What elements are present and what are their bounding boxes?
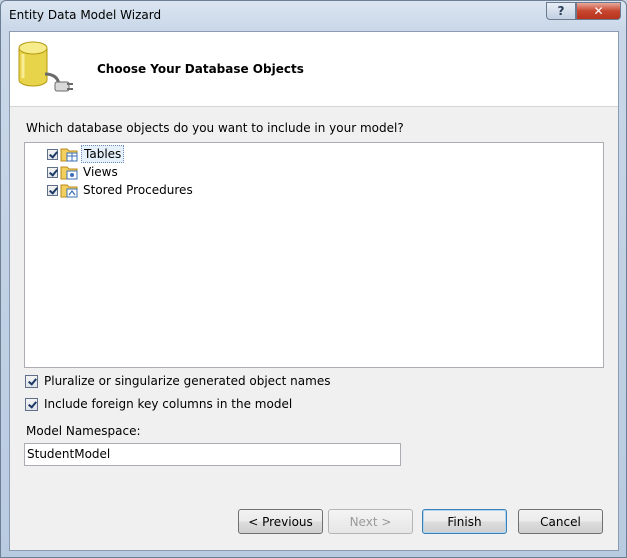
header-band: Choose Your Database Objects — [10, 32, 618, 107]
wizard-window: Entity Data Model Wizard ? ✕ Choose Your… — [0, 0, 627, 558]
title-bar[interactable]: Entity Data Model Wizard ? ✕ — [1, 1, 626, 31]
previous-button[interactable]: < Previous — [238, 509, 323, 534]
pluralize-label: Pluralize or singularize generated objec… — [44, 374, 331, 388]
database-connection-icon — [18, 41, 73, 92]
model-namespace-input[interactable]: StudentModel — [24, 443, 401, 466]
window-title: Entity Data Model Wizard — [9, 8, 162, 22]
tree-item-tables[interactable]: Tables — [47, 145, 125, 163]
stored-procedures-folder-icon — [60, 184, 78, 198]
next-button[interactable]: Next > — [328, 509, 413, 534]
finish-button[interactable]: Finish — [422, 509, 507, 534]
tree-item-stored-procedures[interactable]: Stored Procedures — [47, 181, 195, 199]
views-folder-icon — [60, 166, 78, 180]
pluralize-checkbox[interactable] — [25, 374, 38, 388]
wizard-body: Choose Your Database Objects Which datab… — [9, 31, 619, 551]
model-namespace-label: Model Namespace: — [26, 424, 141, 438]
stored-procedures-checkbox[interactable] — [47, 184, 58, 196]
foreign-keys-option[interactable]: Include foreign key columns in the model — [25, 397, 292, 411]
close-button[interactable]: ✕ — [576, 2, 621, 20]
tree-item-label: Stored Procedures — [83, 183, 193, 197]
help-button[interactable]: ? — [546, 2, 576, 20]
tree-item-label: Tables — [81, 145, 125, 163]
objects-question-label: Which database objects do you want to in… — [26, 121, 404, 135]
pluralize-option[interactable]: Pluralize or singularize generated objec… — [25, 374, 330, 388]
tree-item-label: Views — [83, 165, 118, 179]
foreign-keys-checkbox[interactable] — [25, 397, 38, 411]
tree-item-views[interactable]: Views — [47, 163, 120, 181]
tables-folder-icon — [60, 148, 78, 162]
tables-checkbox[interactable] — [47, 148, 58, 160]
views-checkbox[interactable] — [47, 166, 58, 178]
cancel-button[interactable]: Cancel — [518, 509, 603, 534]
page-title: Choose Your Database Objects — [97, 62, 304, 76]
foreign-keys-label: Include foreign key columns in the model — [44, 397, 293, 411]
database-objects-tree[interactable]: Tables Views Stored Procedures — [24, 142, 604, 368]
